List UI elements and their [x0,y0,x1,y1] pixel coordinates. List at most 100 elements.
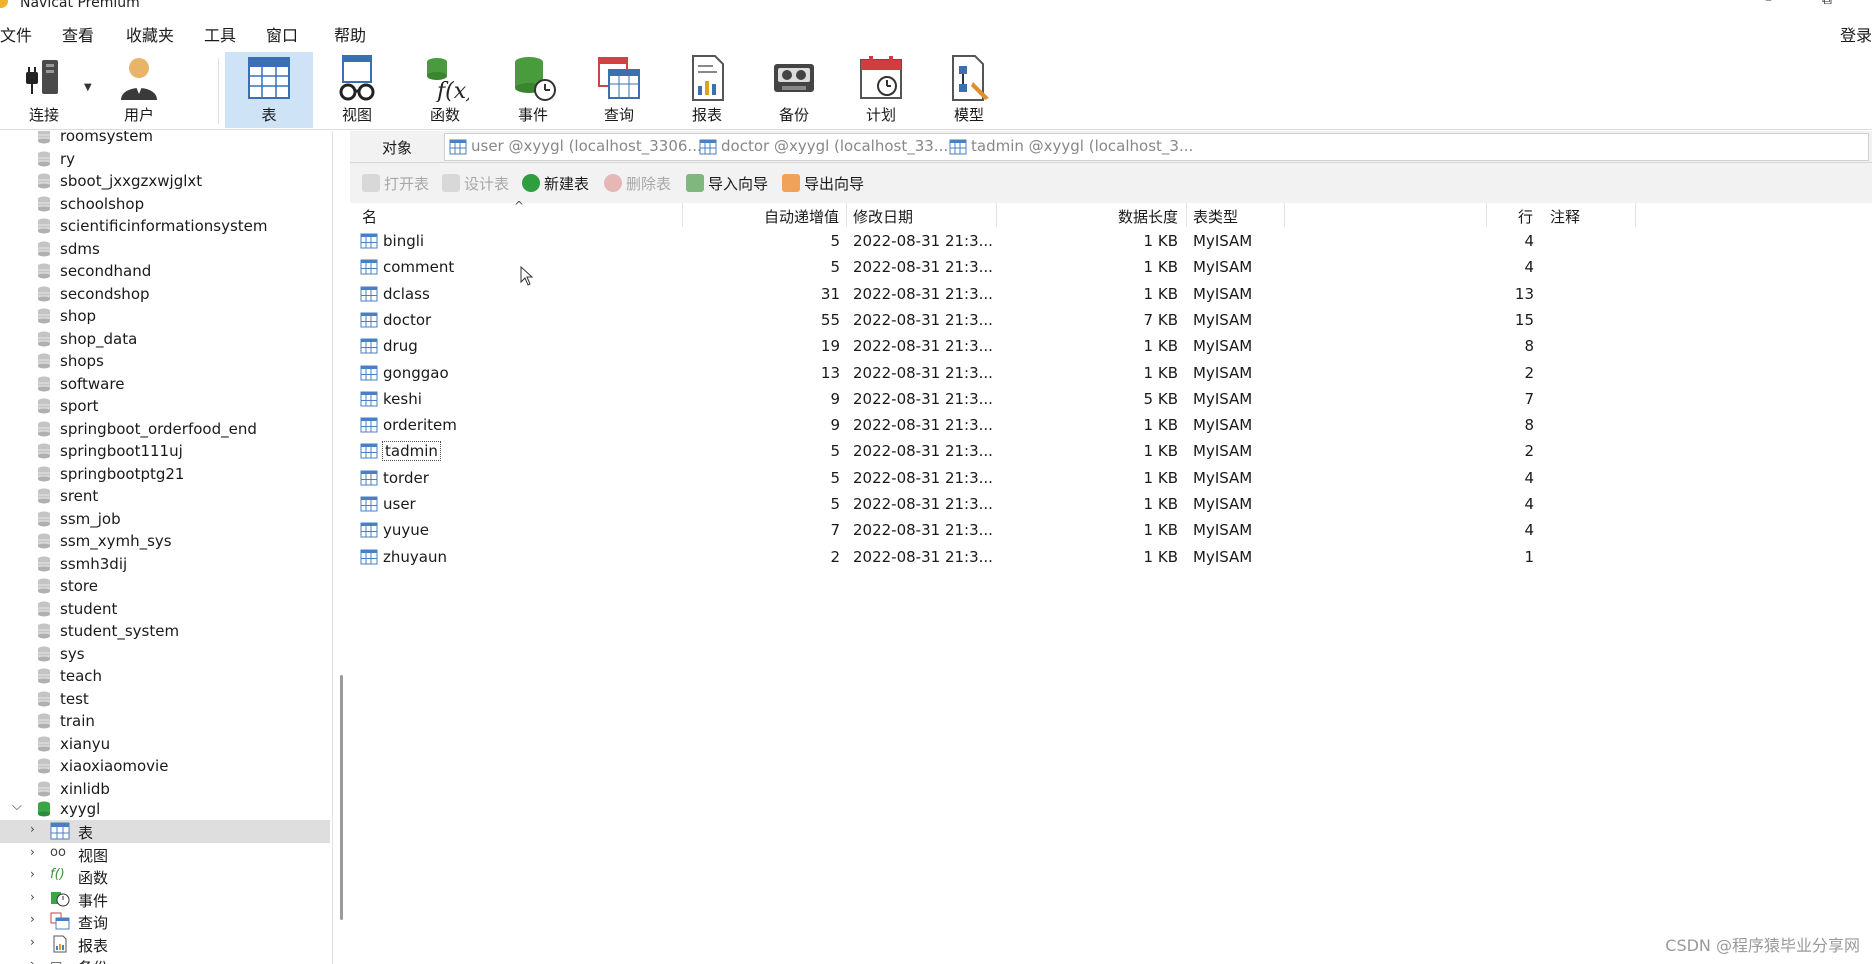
tree-node-backups[interactable]: › ▭ 备份 [0,955,330,964]
database-item[interactable]: xinlidb [0,778,330,801]
collapse-caret-icon[interactable]: ⌵ [12,799,22,814]
table-row[interactable]: orderitem 9 2022-08-31 21:3... 1 KB MyISAM 8 [356,413,1636,439]
database-item[interactable]: test [0,688,330,711]
database-item[interactable]: sboot_jxxgzxwjglxt [0,170,330,193]
model-toolbar-button[interactable]: 模型 [925,52,1013,128]
minimize-button[interactable]: – [1765,0,1772,8]
database-item[interactable]: springboot111uj [0,440,330,463]
sidebar-scrollbar[interactable] [340,675,343,920]
new-table-button[interactable]: 新建表 [522,173,589,194]
database-item[interactable]: shop_data [0,328,330,351]
table-row[interactable]: bingli 5 2022-08-31 21:3... 1 KB MyISAM 4 [356,229,1636,255]
tab-tadmin-table[interactable]: tadmin @xyygl (localhost_3... [949,137,1193,163]
tree-node-functions[interactable]: › f() 函数 [0,865,330,888]
expand-caret-icon[interactable]: › [30,912,35,926]
user-button[interactable]: 用户 [95,52,183,128]
database-item[interactable]: srent [0,485,330,508]
database-xyygl[interactable]: ⌵ xyygl [0,798,330,821]
database-item[interactable]: ssm_job [0,508,330,531]
database-item[interactable]: roomsystem [0,131,330,148]
database-item[interactable]: student [0,598,330,621]
database-item[interactable]: shops [0,350,330,373]
column-header-auto-increment[interactable]: 自动递增值 [764,206,839,227]
delete-table-button[interactable]: 删除表 [604,173,671,194]
database-icon [38,421,50,436]
table-row[interactable]: zhuyaun 2 2022-08-31 21:3... 1 KB MyISAM 1 [356,545,1636,571]
column-header-data-length[interactable]: 数据长度 [1118,206,1178,227]
import-wizard-button[interactable]: 导入向导 [686,173,768,194]
menu-view[interactable]: 查看 [62,22,94,46]
database-item[interactable]: ssm_xymh_sys [0,530,330,553]
column-header-name[interactable]: 名 [362,206,377,227]
login-link[interactable]: 登录 [1840,22,1872,46]
expand-caret-icon[interactable]: › [30,935,35,949]
expand-caret-icon[interactable]: › [30,845,35,859]
database-item[interactable]: train [0,710,330,733]
tab-doctor-table[interactable]: doctor @xyygl (localhost_33... [699,137,948,163]
database-item[interactable]: teach [0,665,330,688]
table-row[interactable]: keshi 9 2022-08-31 21:3... 5 KB MyISAM 7 [356,387,1636,413]
query-toolbar-button[interactable]: 查询 [575,52,663,128]
design-table-button[interactable]: 设计表 [442,173,509,194]
tree-node-queries[interactable]: › 查询 [0,910,330,933]
database-item[interactable]: xiaoxiaomovie [0,755,330,778]
database-item[interactable]: sdms [0,238,330,261]
database-item[interactable]: scientificinformationsystem [0,215,330,238]
database-item[interactable]: xianyu [0,733,330,756]
database-item[interactable]: sport [0,395,330,418]
database-item[interactable]: ry [0,148,330,171]
column-header-engine[interactable]: 表类型 [1193,206,1238,227]
column-header-comment[interactable]: 注释 [1492,206,1580,227]
database-item[interactable]: student_system [0,620,330,643]
table-toolbar-button[interactable]: 表 [225,52,313,128]
expand-caret-icon[interactable]: › [30,822,35,836]
menu-help[interactable]: 帮助 [334,22,366,46]
menu-tools[interactable]: 工具 [204,22,236,46]
table-name-cell: tadmin [382,441,441,462]
database-item[interactable]: software [0,373,330,396]
database-item[interactable]: shop [0,305,330,328]
function-toolbar-button[interactable]: f(x) 函数 [401,52,489,128]
database-item[interactable]: secondshop [0,283,330,306]
database-item[interactable]: springboot_orderfood_end [0,418,330,441]
table-row[interactable]: gonggao 13 2022-08-31 21:3... 1 KB MyISAM 2 [356,361,1636,387]
open-table-button[interactable]: 打开表 [362,173,429,194]
database-item[interactable]: store [0,575,330,598]
database-item[interactable]: sys [0,643,330,666]
schedule-toolbar-button[interactable]: 计划 [837,52,925,128]
table-row[interactable]: tadmin 5 2022-08-31 21:3... 1 KB MyISAM 2 [356,439,1636,465]
table-row[interactable]: doctor 55 2022-08-31 21:3... 7 KB MyISAM 15 [356,308,1636,334]
tree-node-events[interactable]: › 事件 [0,888,330,911]
database-item[interactable]: springbootptg21 [0,463,330,486]
view-toolbar-button[interactable]: 视图 [313,52,401,128]
export-wizard-button[interactable]: 导出向导 [782,173,864,194]
menu-window[interactable]: 窗口 [266,22,298,46]
table-row[interactable]: torder 5 2022-08-31 21:3... 1 KB MyISAM 4 [356,466,1636,492]
database-item[interactable]: secondhand [0,260,330,283]
tab-user-table[interactable]: user @xyygl (localhost_3306... [449,137,702,163]
backup-toolbar-button[interactable]: 备份 [750,52,838,128]
database-item[interactable]: schoolshop [0,193,330,216]
expand-caret-icon[interactable]: › [30,890,35,904]
tree-node-tables[interactable]: › 表 [0,820,330,843]
expand-caret-icon[interactable]: › [30,957,35,964]
tree-node-views[interactable]: › oo 视图 [0,843,330,866]
restore-button[interactable]: ⧉ [1822,0,1832,8]
database-item[interactable]: ssmh3dij [0,553,330,576]
menu-file[interactable]: 文件 [0,22,32,46]
modified-date-cell: 2022-08-31 21:3... [853,310,993,329]
tree-node-reports[interactable]: › 报表 [0,933,330,956]
event-toolbar-button[interactable]: 事件 [489,52,577,128]
column-header-modified[interactable]: 修改日期 [853,206,913,227]
menu-favorites[interactable]: 收藏夹 [126,22,174,46]
table-row[interactable]: yuyue 7 2022-08-31 21:3... 1 KB MyISAM 4 [356,518,1636,544]
table-row[interactable]: comment 5 2022-08-31 21:3... 1 KB MyISAM 4 [356,255,1636,281]
expand-caret-icon[interactable]: › [30,867,35,881]
table-row[interactable]: drug 19 2022-08-31 21:3... 1 KB MyISAM 8 [356,334,1636,360]
connect-button[interactable]: 连接 [0,52,88,128]
tab-objects[interactable]: 对象 [382,137,412,163]
table-row[interactable]: user 5 2022-08-31 21:3... 1 KB MyISAM 4 [356,492,1636,518]
report-toolbar-button[interactable]: 报表 [663,52,751,128]
connect-dropdown-icon[interactable]: ▼ [84,82,92,93]
table-row[interactable]: dclass 31 2022-08-31 21:3... 1 KB MyISAM 13 [356,282,1636,308]
